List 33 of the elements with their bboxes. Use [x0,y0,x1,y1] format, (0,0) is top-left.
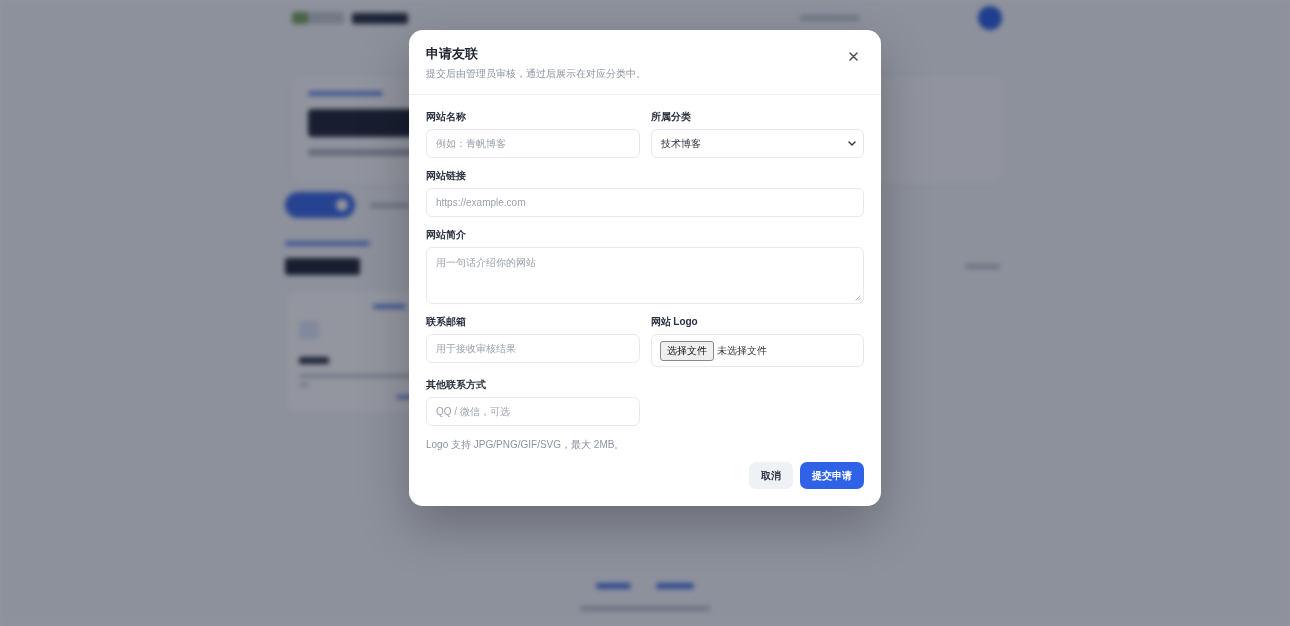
textarea-field[interactable]: 用一句话介绍你的网站 [426,247,864,304]
input-field[interactable]: https://example.com [426,188,864,217]
blurred-footer-text [656,583,694,589]
select-field[interactable]: 技术博客 [650,129,864,158]
dialog-title: 申请友联 [426,46,478,62]
avatar-icon [978,6,1002,30]
hint-text: Logo 支持 JPG/PNG/GIF/SVG，最大 2MB。 [426,439,625,451]
field-label: 网站链接 [426,170,466,182]
dialog-subtitle: 提交后由管理员审核，通过后展示在对应分类中。 [426,67,646,80]
resize-grip-icon[interactable] [855,295,861,301]
field-label: 网站简介 [426,229,466,241]
close-icon [848,51,858,61]
circle-icon [336,199,348,211]
field-label: 其他联系方式 [426,379,486,391]
blurred-site-name [352,12,408,24]
file-status-text: 未选择文件 [716,343,767,358]
site-logo-drawing [292,12,344,24]
file-field[interactable]: 选择文件 未选择文件 [650,334,864,367]
blurred-card-name [299,357,329,364]
chevron-down-icon [848,141,856,146]
blurred-footer-text [596,583,631,589]
field-label: 网站 Logo [650,316,698,328]
field-label: 所属分类 [650,111,691,123]
input-field[interactable]: 用于接收审核结果 [426,334,640,363]
choose-file-button[interactable]: 选择文件 [659,340,714,361]
input-field[interactable]: 例如：青帆博客 [426,129,640,158]
blurred-note [370,202,410,208]
submit-button[interactable]: 提交申请 [800,462,864,489]
input-field[interactable]: QQ / 微信，可选 [426,397,640,426]
blurred-tag [373,304,406,309]
field-label: 联系邮箱 [426,316,466,328]
field-label: 网站名称 [426,111,466,123]
cancel-button[interactable]: 取消 [749,462,793,489]
